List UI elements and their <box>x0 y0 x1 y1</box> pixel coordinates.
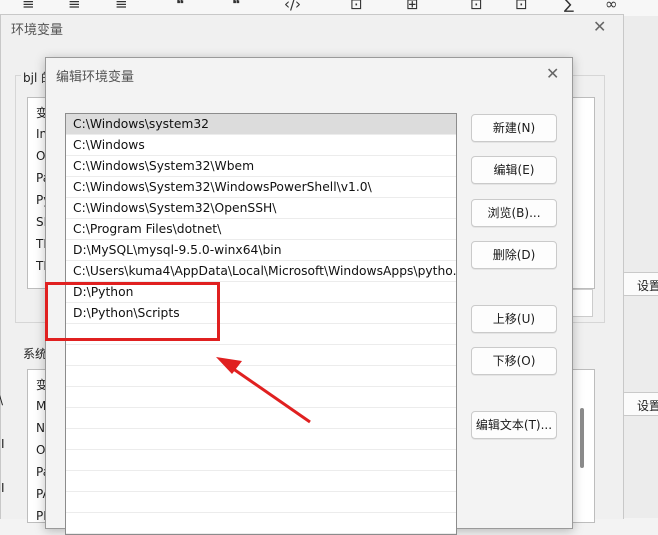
quote-icon[interactable]: ❝ <box>232 0 240 12</box>
path-row[interactable]: C:\Windows <box>66 135 456 156</box>
formula-icon[interactable]: ∑ <box>564 0 574 12</box>
path-row[interactable] <box>66 450 456 471</box>
image-upload-icon[interactable]: ⊡ <box>350 0 363 12</box>
path-row[interactable]: C:\Windows\System32\OpenSSH\ <box>66 198 456 219</box>
path-row[interactable] <box>66 387 456 408</box>
path-text: C:\Windows\System32\Wbem <box>73 159 255 173</box>
move-down-button[interactable]: 下移(O) <box>471 347 557 375</box>
path-row[interactable]: D:\MySQL\mysql-9.5.0-winx64\bin <box>66 240 456 261</box>
side-letter: I <box>1 481 5 495</box>
path-text: C:\Windows <box>73 138 145 152</box>
path-text: C:\Program Files\dotnet\ <box>73 222 222 236</box>
align-icon[interactable]: ≡ <box>115 0 128 12</box>
highlight-box <box>45 282 220 341</box>
side-letter: \ <box>0 393 3 407</box>
link-icon[interactable]: ∞ <box>605 0 618 12</box>
path-row[interactable] <box>66 345 456 366</box>
browse-button[interactable]: 浏览(B)... <box>471 199 557 227</box>
path-row[interactable] <box>66 408 456 429</box>
edit-button[interactable]: 编辑(E) <box>471 156 557 184</box>
path-row[interactable]: C:\Windows\System32\Wbem <box>66 156 456 177</box>
video-icon[interactable]: ⊡ <box>515 0 528 12</box>
path-text: C:\Windows\System32\WindowsPowerShell\v1… <box>73 180 372 194</box>
settings-button-top[interactable]: 设置 <box>622 272 658 296</box>
code-icon[interactable]: ‹/› <box>284 0 301 12</box>
close-icon[interactable]: ✕ <box>593 17 606 36</box>
side-letter: I <box>1 437 5 451</box>
path-row[interactable] <box>66 366 456 387</box>
path-row[interactable] <box>66 471 456 492</box>
bulleted-list-icon[interactable]: ≡ <box>68 0 81 12</box>
list-icon[interactable]: ≡ <box>22 0 35 12</box>
path-row[interactable]: C:\Windows\system32 <box>66 114 456 135</box>
path-row[interactable] <box>66 429 456 450</box>
delete-button[interactable]: 删除(D) <box>471 241 557 269</box>
path-row[interactable]: C:\Program Files\dotnet\ <box>66 219 456 240</box>
new-button[interactable]: 新建(N) <box>471 114 557 142</box>
path-row[interactable]: C:\Users\kuma4\AppData\Local\Microsoft\W… <box>66 261 456 282</box>
path-text: D:\MySQL\mysql-9.5.0-winx64\bin <box>73 243 282 257</box>
edit-text-button[interactable]: 编辑文本(T)... <box>471 411 557 439</box>
grid-icon[interactable]: ⊞ <box>406 0 419 12</box>
close-icon[interactable]: ✕ <box>546 64 559 83</box>
table-icon[interactable]: ❝ <box>176 0 184 12</box>
path-row[interactable] <box>66 513 456 534</box>
dialog-title: 编辑环境变量 <box>56 70 135 85</box>
path-row[interactable] <box>66 492 456 513</box>
window-title: 环境变量 <box>11 23 64 38</box>
background-panel: 设置 设置 <box>622 16 658 518</box>
picture-icon[interactable]: ⊡ <box>470 0 483 12</box>
path-row[interactable]: C:\Windows\System32\WindowsPowerShell\v1… <box>66 177 456 198</box>
path-text: C:\Users\kuma4\AppData\Local\Microsoft\W… <box>73 264 457 278</box>
settings-button-bottom[interactable]: 设置 <box>622 392 658 416</box>
path-text: C:\Windows\system32 <box>73 117 210 131</box>
move-up-button[interactable]: 上移(U) <box>471 305 557 333</box>
scrollbar-thumb[interactable] <box>580 408 584 468</box>
path-text: C:\Windows\System32\OpenSSH\ <box>73 201 277 215</box>
